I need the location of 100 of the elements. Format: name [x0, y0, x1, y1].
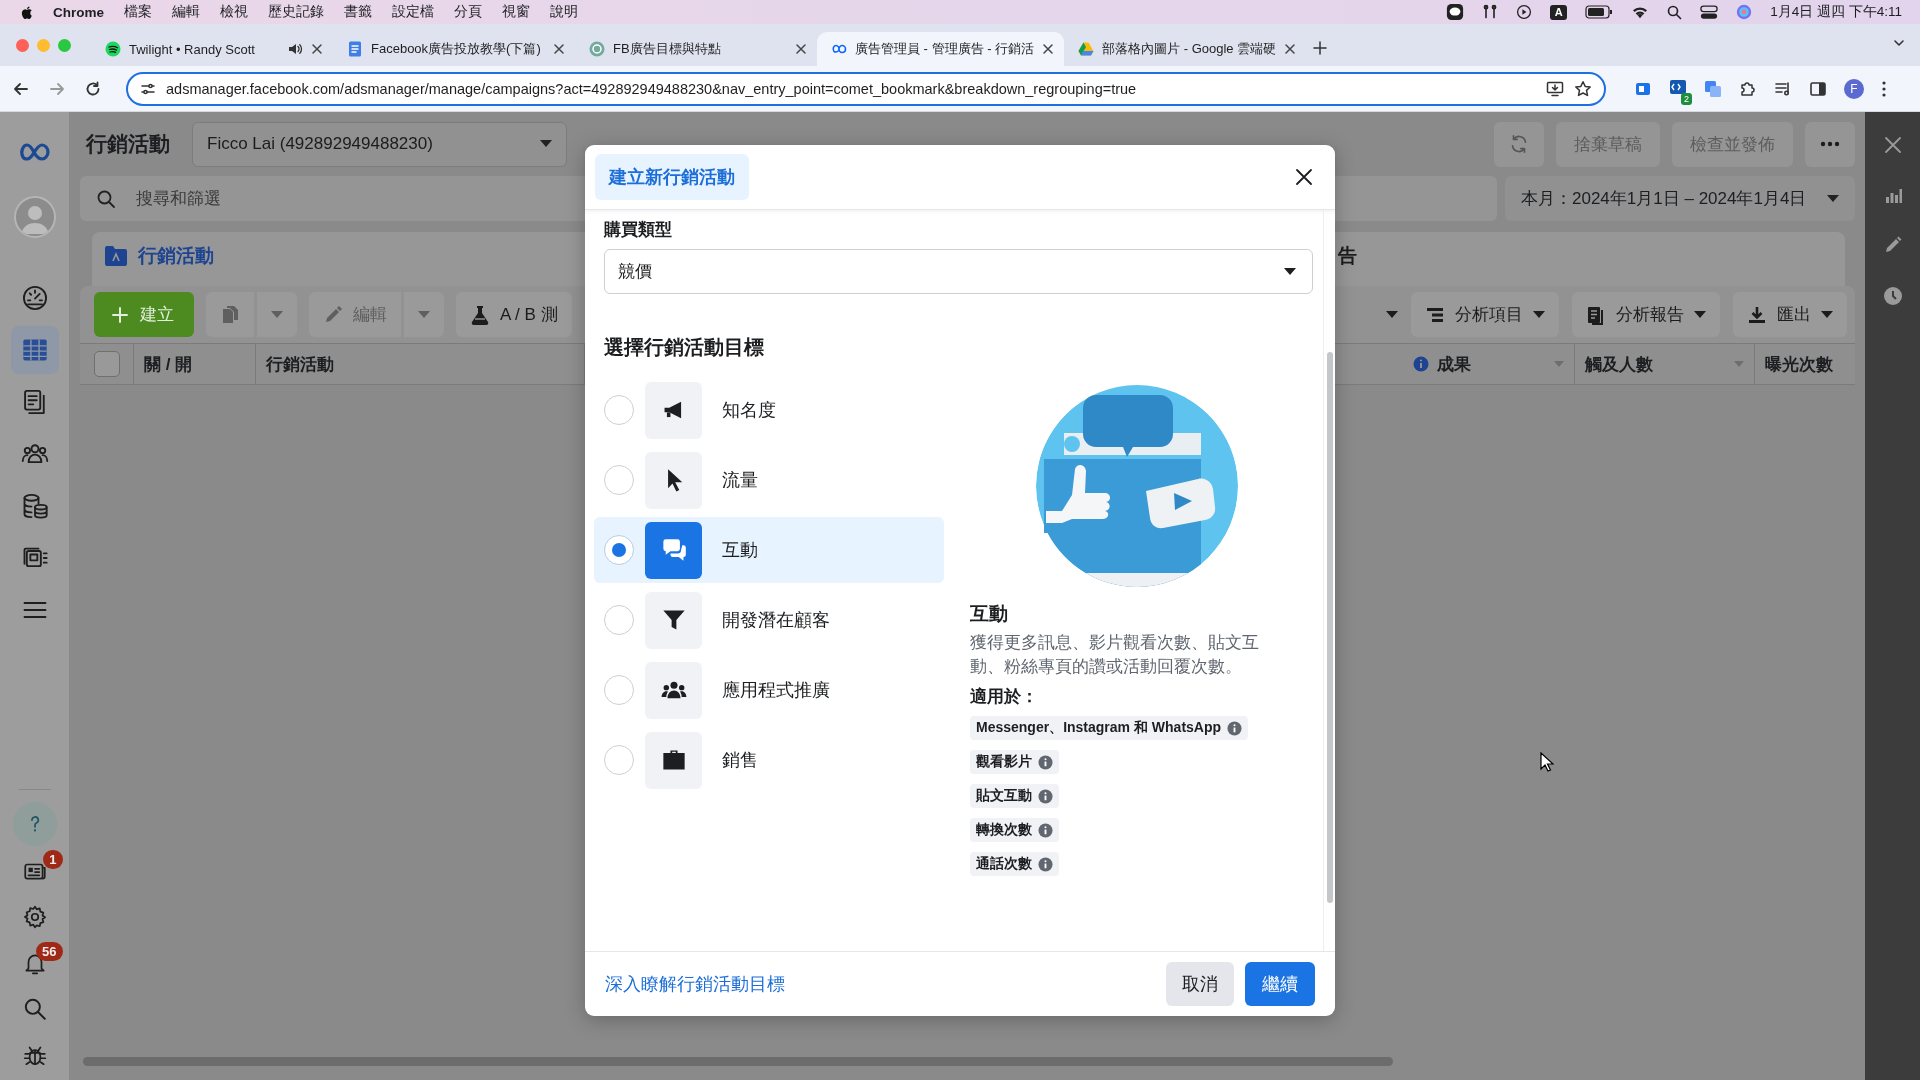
extension-badge: 2 [1681, 92, 1692, 105]
toolbar-button[interactable]: A / B 測 [456, 292, 572, 337]
infinity-logo-icon[interactable] [18, 142, 51, 162]
column-header[interactable]: 曝光次數 [1765, 352, 1833, 376]
toolbar-button[interactable]: 分析項目 [1411, 292, 1559, 337]
info-icon[interactable] [1038, 856, 1053, 872]
cancel-button[interactable]: 取消 [1166, 962, 1234, 1006]
info-icon[interactable] [1038, 788, 1053, 804]
close-icon[interactable] [795, 43, 807, 55]
radio-button[interactable] [604, 465, 634, 495]
caret-icon [1694, 310, 1706, 319]
clock-icon[interactable] [1882, 286, 1903, 306]
profile-avatar[interactable]: F [1844, 78, 1864, 99]
radio-button[interactable] [604, 605, 634, 635]
radio-button[interactable] [604, 395, 634, 425]
translate-icon[interactable] [1704, 79, 1722, 98]
new-tab-icon[interactable] [1312, 40, 1329, 56]
menu-item[interactable]: 檔案 [124, 3, 152, 21]
close-icon[interactable] [553, 43, 565, 55]
menu-item[interactable]: 書籤 [344, 3, 372, 21]
wifi-icon[interactable] [1631, 5, 1650, 19]
input-source-indicator[interactable]: A [1550, 4, 1568, 20]
earbuds-icon[interactable] [1482, 4, 1499, 20]
menu-item[interactable]: 分頁 [454, 3, 482, 21]
select-all-checkbox[interactable] [93, 351, 120, 377]
tag-label: 觀看影片 [976, 753, 1032, 771]
browser-tab[interactable]: Twilight • Randy Scott [91, 32, 333, 66]
scrollbar[interactable] [1326, 352, 1333, 903]
account-dropdown[interactable]: Ficco Lai (492892949488230) [192, 121, 567, 167]
toolbar-button[interactable]: 匯出 [1733, 292, 1847, 337]
radio-button[interactable] [604, 745, 634, 775]
extension-icon[interactable] [1669, 77, 1687, 96]
column-header[interactable]: 觸及人數 [1585, 352, 1653, 376]
menu-item[interactable]: 檢視 [220, 3, 248, 21]
dialog-title-tab[interactable]: 建立新行銷活動 [595, 154, 749, 200]
help-icon [29, 816, 40, 832]
info-icon[interactable] [1227, 720, 1243, 736]
create-button[interactable]: 建立 [94, 292, 194, 337]
buying-type-dropdown[interactable]: 競價 [604, 249, 1313, 294]
side-panel-icon[interactable] [1809, 79, 1827, 98]
menu-bar-clock: 1月4日 週四 下午4:11 [1770, 3, 1902, 21]
caret-icon [1821, 310, 1833, 319]
kebab-menu-icon[interactable] [1881, 79, 1887, 98]
tag-label: Messenger、Instagram 和 WhatsApp [976, 719, 1222, 737]
level-tab[interactable]: 告 [1335, 232, 1845, 280]
info-icon[interactable] [1038, 754, 1053, 770]
more-options-button[interactable] [1805, 121, 1855, 167]
continue-button[interactable]: 繼續 [1245, 962, 1315, 1006]
objective-option[interactable]: 應用程式推廣 [594, 657, 944, 723]
caret-icon [1827, 194, 1839, 203]
objective-option[interactable]: 互動 [594, 517, 944, 583]
bar-chart-icon[interactable] [1883, 186, 1902, 204]
battery-icon[interactable] [1585, 5, 1614, 19]
app-menu[interactable]: Chrome [53, 4, 104, 20]
caret-icon[interactable] [1386, 310, 1398, 319]
column-header[interactable]: 成果 [1437, 352, 1471, 376]
menu-item[interactable]: 歷史記錄 [268, 3, 324, 21]
speaker-icon[interactable] [287, 41, 303, 57]
menu-item[interactable]: 設定檔 [392, 3, 434, 21]
puzzle-icon[interactable] [1739, 79, 1757, 98]
dashboard-gauge-icon[interactable] [20, 284, 49, 312]
column-header[interactable]: 關 / 開 [134, 344, 256, 384]
browser-tab[interactable]: 部落格內圖片 - Google 雲端硬 [1064, 32, 1307, 66]
caret-icon [418, 310, 430, 319]
objective-option[interactable]: 知名度 [594, 377, 944, 443]
radio-button[interactable] [604, 675, 634, 705]
date-range-dropdown[interactable]: 本月：2024年1月1日 – 2024年1月4日 [1505, 176, 1855, 221]
reload-icon[interactable] [84, 79, 102, 98]
install-app-icon[interactable] [1546, 79, 1564, 98]
help-link[interactable]: 深入瞭解行銷活動目標 [605, 972, 785, 996]
menu-item[interactable]: 編輯 [172, 3, 200, 21]
address-bar[interactable]: adsmanager.facebook.com/adsmanager/manage/campaigns?act=492892949488230&nav_entry_point=comet_bookmark&breakdown_regrouping=true [126, 71, 1606, 106]
scrollbar[interactable] [83, 1057, 1393, 1066]
chat-app-icon[interactable] [1446, 3, 1465, 21]
caret-icon [540, 140, 552, 148]
play-icon[interactable] [1516, 4, 1533, 20]
info-icon[interactable] [1038, 822, 1053, 838]
pencil-icon[interactable] [1883, 236, 1902, 254]
browser-tab[interactable]: 廣告管理員 - 管理廣告 - 行銷活 [817, 32, 1065, 66]
close-icon[interactable] [1042, 43, 1055, 55]
menu-item[interactable]: 說明 [550, 3, 578, 21]
close-icon[interactable] [1295, 168, 1313, 186]
search-icon[interactable] [1667, 4, 1683, 20]
browser-tab[interactable]: FB廣告目標與特點 [575, 32, 817, 66]
info-icon[interactable] [1413, 356, 1429, 372]
bookmark-star-icon[interactable] [1574, 79, 1592, 98]
objective-option[interactable]: 流量 [594, 447, 944, 513]
menu-item[interactable]: 視窗 [502, 3, 530, 21]
report-icon [1586, 304, 1606, 325]
objective-option[interactable]: 銷售 [594, 727, 944, 793]
settings-icon[interactable] [21, 904, 48, 930]
control-center-icon[interactable] [1700, 4, 1719, 20]
objective-option[interactable]: 開發潛在顧客 [594, 587, 944, 653]
close-icon[interactable] [1284, 43, 1297, 55]
browser-tab[interactable]: Facebook廣告投放教學(下篇) [333, 32, 575, 66]
siri-icon[interactable] [1736, 4, 1753, 20]
close-icon[interactable] [311, 43, 323, 55]
toolbar-button[interactable]: 分析報告 [1572, 292, 1720, 337]
radio-button[interactable] [604, 535, 634, 565]
media-queue-icon[interactable] [1774, 79, 1792, 98]
